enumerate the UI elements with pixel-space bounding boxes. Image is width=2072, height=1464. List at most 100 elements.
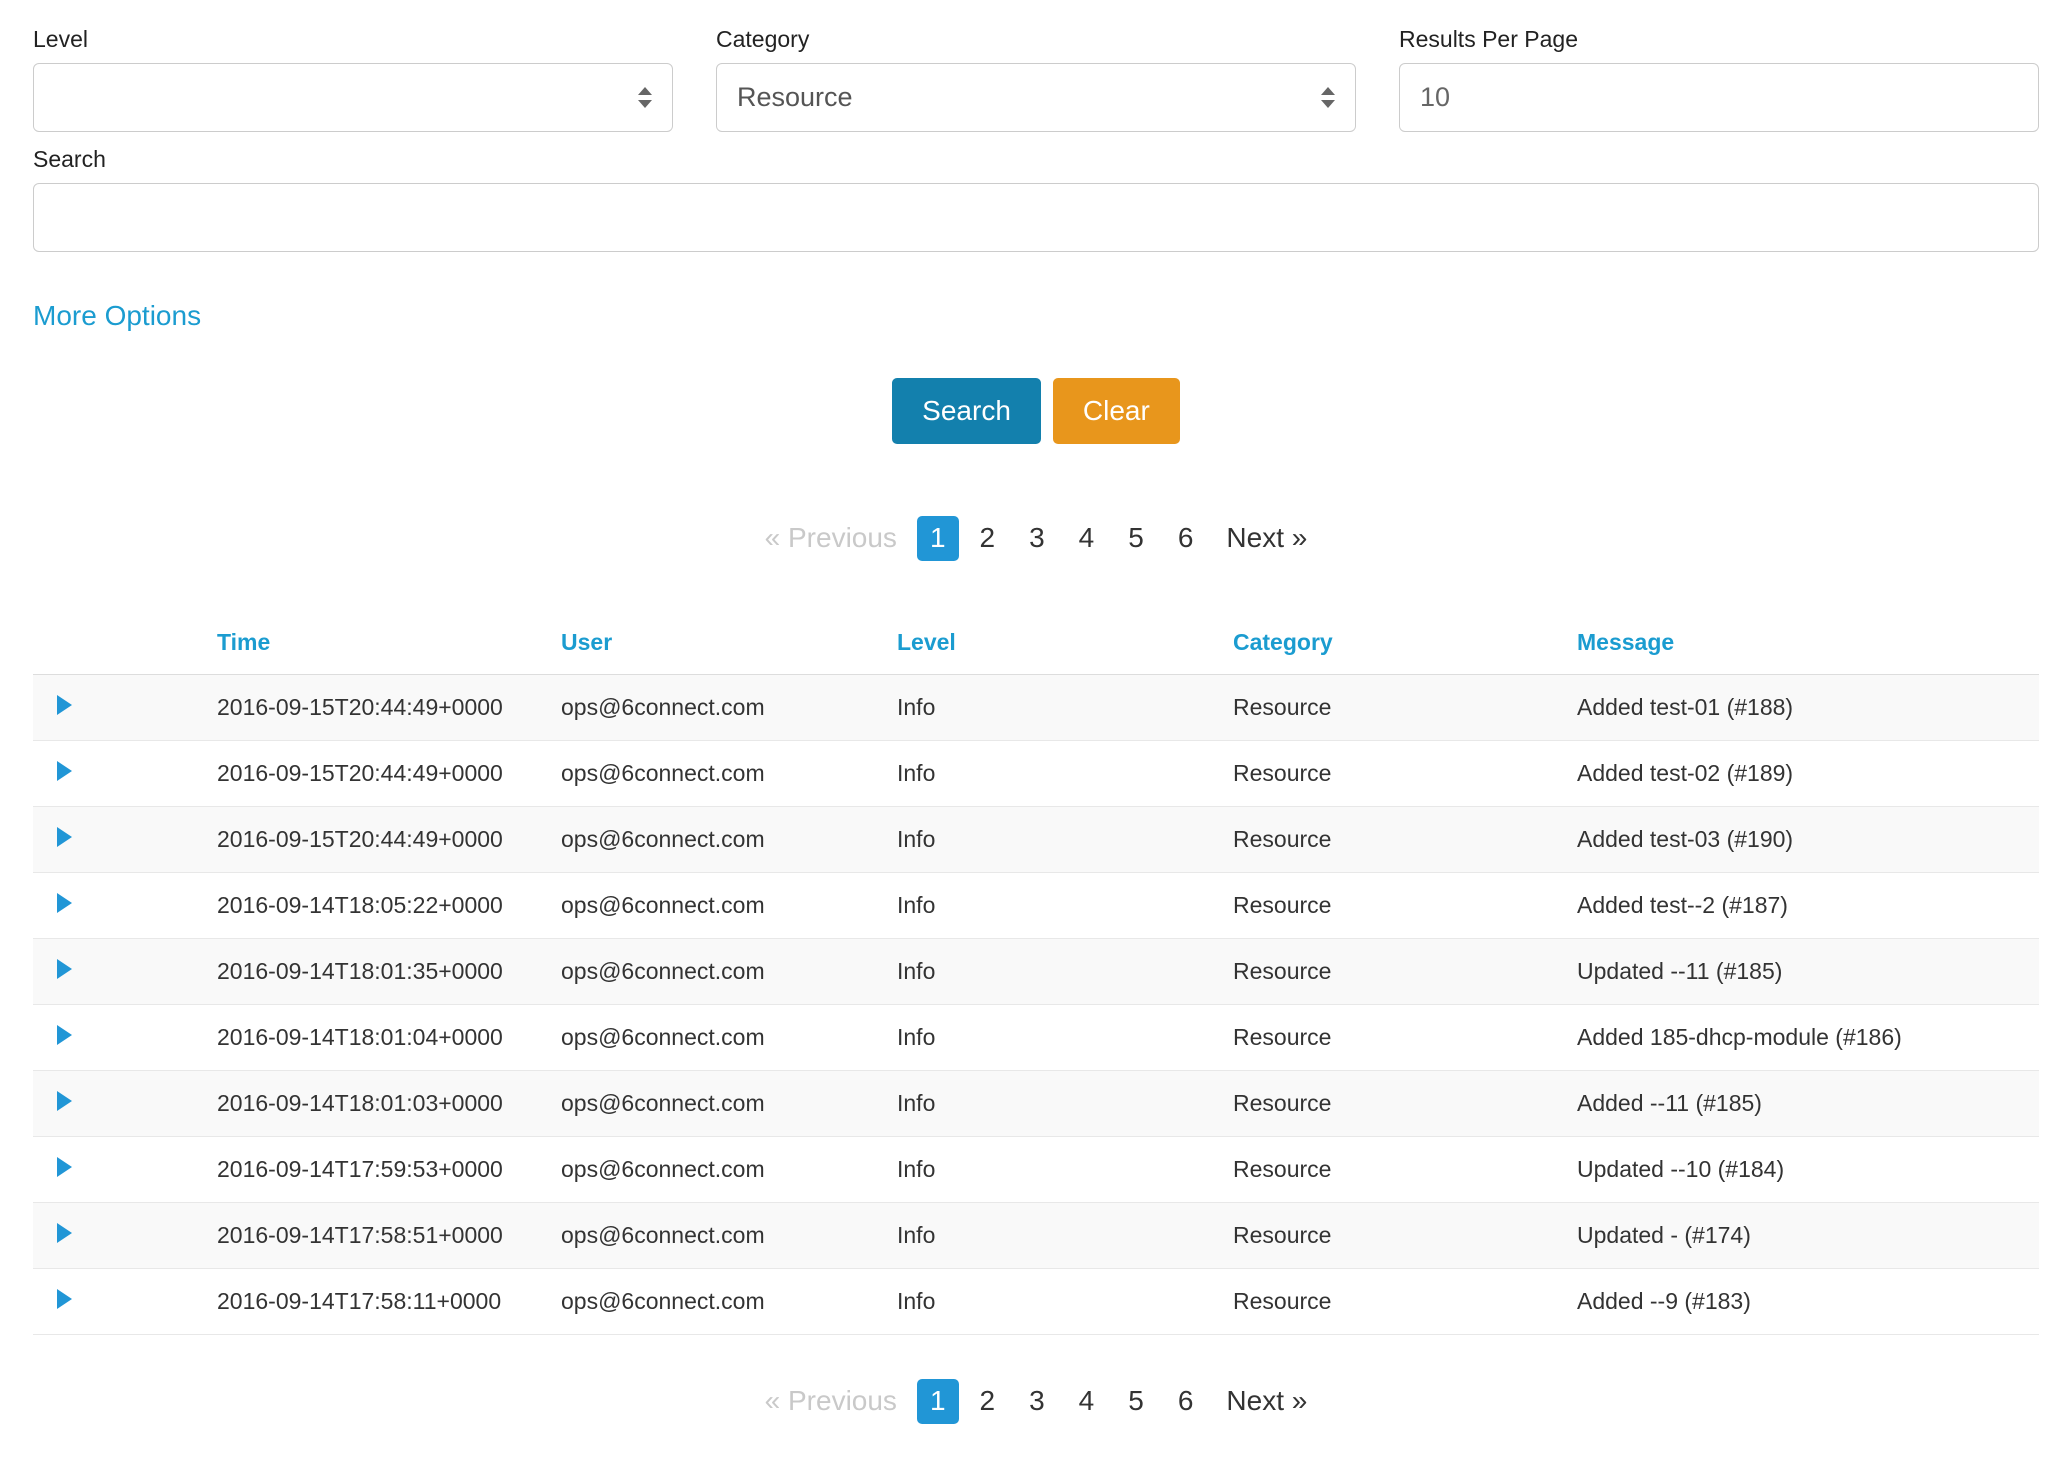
expand-cell: [33, 1202, 217, 1268]
page-button-4[interactable]: 4: [1066, 1379, 1108, 1424]
cell-time: 2016-09-15T20:44:49+0000: [217, 740, 561, 806]
expand-cell: [33, 674, 217, 740]
cell-level: Info: [897, 1004, 1233, 1070]
page-button-1[interactable]: 1: [917, 1379, 959, 1424]
page-list: 123456: [913, 516, 1210, 561]
select-caret-icon: [638, 87, 652, 108]
table-row: 2016-09-15T20:44:49+0000 ops@6connect.co…: [33, 740, 2039, 806]
cell-time: 2016-09-14T18:01:03+0000: [217, 1070, 561, 1136]
cell-level: Info: [897, 1268, 1233, 1334]
cell-time: 2016-09-15T20:44:49+0000: [217, 674, 561, 740]
cell-category: Resource: [1233, 1136, 1577, 1202]
cell-user: ops@6connect.com: [561, 740, 897, 806]
table-row: 2016-09-14T18:01:35+0000 ops@6connect.co…: [33, 938, 2039, 1004]
page-button-2[interactable]: 2: [967, 516, 1009, 561]
next-button[interactable]: Next »: [1226, 1385, 1307, 1417]
cell-user: ops@6connect.com: [561, 1268, 897, 1334]
page-button-5[interactable]: 5: [1115, 516, 1157, 561]
cell-message: Added test--2 (#187): [1577, 872, 2039, 938]
cell-level: Info: [897, 1070, 1233, 1136]
more-options-link[interactable]: More Options: [33, 300, 201, 332]
cell-level: Info: [897, 938, 1233, 1004]
table-row: 2016-09-14T17:59:53+0000 ops@6connect.co…: [33, 1136, 2039, 1202]
cell-level: Info: [897, 674, 1233, 740]
page-button-3[interactable]: 3: [1016, 516, 1058, 561]
header-message: Message: [1577, 609, 2039, 675]
previous-button[interactable]: « Previous: [765, 522, 897, 554]
cell-category: Resource: [1233, 1004, 1577, 1070]
cell-level: Info: [897, 1202, 1233, 1268]
previous-button[interactable]: « Previous: [765, 1385, 897, 1417]
cell-message: Added test-03 (#190): [1577, 806, 2039, 872]
cell-category: Resource: [1233, 740, 1577, 806]
cell-category: Resource: [1233, 1202, 1577, 1268]
expand-cell: [33, 872, 217, 938]
cell-time: 2016-09-14T17:58:51+0000: [217, 1202, 561, 1268]
expand-row-icon[interactable]: [57, 1025, 72, 1045]
expand-cell: [33, 740, 217, 806]
expand-row-icon[interactable]: [57, 1091, 72, 1111]
select-caret-icon: [1321, 87, 1335, 108]
header-category: Category: [1233, 609, 1577, 675]
pagination-bottom: « Previous 123456 Next »: [33, 1379, 2039, 1424]
cell-user: ops@6connect.com: [561, 1070, 897, 1136]
next-button[interactable]: Next »: [1226, 522, 1307, 554]
expand-row-icon[interactable]: [57, 761, 72, 781]
category-filter: Category Resource: [716, 26, 1356, 132]
table-row: 2016-09-14T18:01:04+0000 ops@6connect.co…: [33, 1004, 2039, 1070]
page-button-2[interactable]: 2: [967, 1379, 1009, 1424]
table-row: 2016-09-14T17:58:51+0000 ops@6connect.co…: [33, 1202, 2039, 1268]
clear-button[interactable]: Clear: [1053, 378, 1180, 444]
page-button-4[interactable]: 4: [1066, 516, 1108, 561]
cell-message: Added 185-dhcp-module (#186): [1577, 1004, 2039, 1070]
page-button-1[interactable]: 1: [917, 516, 959, 561]
expand-row-icon[interactable]: [57, 1289, 72, 1309]
search-button[interactable]: Search: [892, 378, 1041, 444]
page-button-6[interactable]: 6: [1165, 1379, 1207, 1424]
cell-user: ops@6connect.com: [561, 1004, 897, 1070]
expand-cell: [33, 1136, 217, 1202]
expand-row-icon[interactable]: [57, 695, 72, 715]
cell-category: Resource: [1233, 674, 1577, 740]
search-block: Search: [33, 146, 2039, 252]
table-row: 2016-09-14T17:58:11+0000 ops@6connect.co…: [33, 1268, 2039, 1334]
page-button-3[interactable]: 3: [1016, 1379, 1058, 1424]
cell-category: Resource: [1233, 1268, 1577, 1334]
cell-message: Updated --11 (#185): [1577, 938, 2039, 1004]
results-per-page-filter: Results Per Page: [1399, 26, 2039, 132]
expand-row-icon[interactable]: [57, 1157, 72, 1177]
category-select-value: Resource: [737, 82, 853, 113]
cell-category: Resource: [1233, 938, 1577, 1004]
cell-time: 2016-09-14T17:58:11+0000: [217, 1268, 561, 1334]
button-row: Search Clear: [33, 378, 2039, 444]
table-row: 2016-09-15T20:44:49+0000 ops@6connect.co…: [33, 674, 2039, 740]
cell-user: ops@6connect.com: [561, 1136, 897, 1202]
table-row: 2016-09-15T20:44:49+0000 ops@6connect.co…: [33, 806, 2039, 872]
level-filter: Level: [33, 26, 673, 132]
results-per-page-input[interactable]: [1399, 63, 2039, 132]
cell-message: Updated - (#174): [1577, 1202, 2039, 1268]
page-button-6[interactable]: 6: [1165, 516, 1207, 561]
expand-row-icon[interactable]: [57, 893, 72, 913]
header-time: Time: [217, 609, 561, 675]
header-user: User: [561, 609, 897, 675]
expand-cell: [33, 1070, 217, 1136]
cell-time: 2016-09-14T18:01:04+0000: [217, 1004, 561, 1070]
cell-time: 2016-09-14T17:59:53+0000: [217, 1136, 561, 1202]
search-label: Search: [33, 146, 2039, 173]
level-select[interactable]: [33, 63, 673, 132]
page-button-5[interactable]: 5: [1115, 1379, 1157, 1424]
cell-category: Resource: [1233, 872, 1577, 938]
cell-user: ops@6connect.com: [561, 674, 897, 740]
expand-row-icon[interactable]: [57, 1223, 72, 1243]
expand-row-icon[interactable]: [57, 959, 72, 979]
category-select[interactable]: Resource: [716, 63, 1356, 132]
search-input[interactable]: [33, 183, 2039, 252]
cell-category: Resource: [1233, 806, 1577, 872]
expand-row-icon[interactable]: [57, 827, 72, 847]
expand-cell: [33, 1268, 217, 1334]
results-per-page-label: Results Per Page: [1399, 26, 2039, 53]
filter-row: Level Category Resource Results Per Page: [33, 26, 2039, 132]
cell-level: Info: [897, 806, 1233, 872]
cell-time: 2016-09-14T18:01:35+0000: [217, 938, 561, 1004]
